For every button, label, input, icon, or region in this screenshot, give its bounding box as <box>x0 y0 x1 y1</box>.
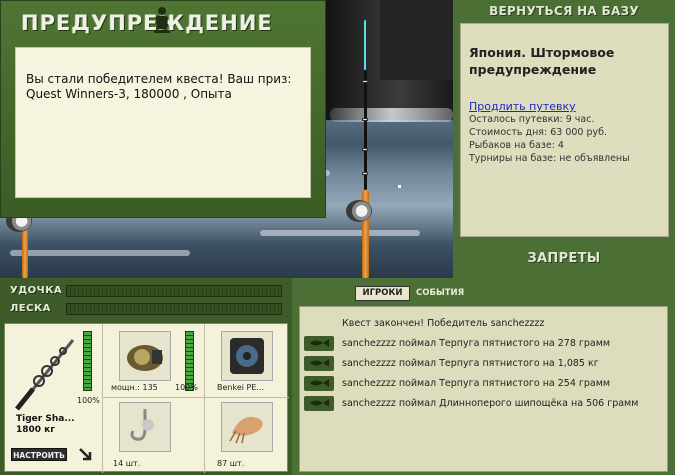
fishing-rod-tip <box>364 20 366 70</box>
rod-guide <box>362 80 368 83</box>
divider <box>204 324 205 473</box>
line-name: Benkei PE... <box>217 383 265 392</box>
bait-count: 87 шт. <box>217 459 245 468</box>
event-text: sanchezzzz поймал Терпуга пятнистого на … <box>342 357 599 369</box>
shrimp-bait-icon <box>229 416 263 444</box>
bobber <box>398 185 401 188</box>
hook-lure-icon <box>130 409 154 441</box>
tension-gauges: УДОЧКА ЛЕСКА <box>0 278 292 323</box>
fish-icon <box>304 375 334 391</box>
modal-message: Вы стали победителем квеста! Ваш приз: Q… <box>15 47 311 198</box>
list-item: sanchezzzz поймал Длинноперого шипощёка … <box>300 393 667 413</box>
tackle-inventory: 100% Tiger Sha... 1800 кг НАСТРОИТЬ мощн… <box>4 323 289 473</box>
event-text: sanchezzzz поймал Терпуга пятнистого на … <box>342 337 611 349</box>
line-gauge-label: ЛЕСКА <box>10 303 51 314</box>
list-item: sanchezzzz поймал Терпуга пятнистого на … <box>300 373 667 393</box>
fish-icon <box>304 395 334 411</box>
divider <box>102 324 103 473</box>
rod-icon[interactable] <box>13 334 83 414</box>
fish-icon <box>304 355 334 371</box>
list-item: sanchezzzz поймал Терпуга пятнистого на … <box>300 353 667 373</box>
sea-foam <box>330 108 453 122</box>
rod-guide <box>362 118 368 121</box>
wave <box>260 230 420 236</box>
setup-button[interactable]: НАСТРОИТЬ <box>11 448 67 461</box>
reel-durability-level <box>185 331 194 391</box>
fish-icon <box>304 335 334 351</box>
arrow-expand-icon[interactable] <box>77 446 93 462</box>
rod-capacity: 1800 кг <box>16 425 55 435</box>
rod-gauge-label: УДОЧКА <box>10 285 63 296</box>
rock-shadow <box>380 0 453 80</box>
return-to-base-button[interactable]: ВЕРНУТЬСЯ НА БАЗУ <box>461 1 667 21</box>
rod-guide <box>362 172 368 175</box>
events-list: Квест закончен! Победитель sanchezzzz sa… <box>299 306 668 472</box>
lure-slot[interactable] <box>119 402 171 452</box>
reel-icon <box>346 200 372 222</box>
list-item: sanchezzzz поймал Терпуга пятнистого на … <box>300 333 667 353</box>
lure-count: 14 шт. <box>113 459 141 468</box>
divider <box>102 397 289 398</box>
events-panel: ИГРОКИ СОБЫТИЯ Квест закончен! Победител… <box>292 278 675 475</box>
bans-button[interactable]: ЗАПРЕТЫ <box>461 248 667 270</box>
base-title: Япония. Штормовое предупреждение <box>469 45 615 77</box>
remaining-time: Осталось путевки: 9 час. <box>469 114 595 125</box>
rod-gauge-bar <box>66 285 282 297</box>
wave <box>10 250 190 256</box>
fisherman-icon <box>154 7 170 33</box>
reel-power: мощн.: 135 <box>111 383 158 392</box>
reel-durability-text: 100% <box>175 383 198 392</box>
fishers-count: Рыбаков на базе: 4 <box>469 140 564 151</box>
line-spool-icon <box>230 338 264 374</box>
rod-durability-level <box>83 331 92 391</box>
bait-slot[interactable] <box>221 402 273 452</box>
base-info: Япония. Штормовое предупреждение Продлит… <box>460 23 669 237</box>
tournaments-status: Турниры на базе: не объявлены <box>469 153 630 164</box>
tab-events[interactable]: СОБЫТИЯ <box>416 287 464 300</box>
rod-name: Tiger Sha... 1800 кг <box>16 414 75 436</box>
event-text: Квест закончен! Победитель sanchezzzz <box>342 317 545 329</box>
rod-guide <box>362 148 368 151</box>
day-cost: Стоимость дня: 63 000 руб. <box>469 127 608 138</box>
base-panel: ВЕРНУТЬСЯ НА БАЗУ Япония. Штормовое пред… <box>453 0 675 278</box>
reel-slot[interactable] <box>119 331 171 381</box>
modal-title: ПРЕДУПРЕЖДЕНИЕ <box>21 11 273 35</box>
event-text: sanchezzzz поймал Длинноперого шипощёка … <box>342 397 639 409</box>
reel-item-icon <box>127 345 163 371</box>
line-gauge-bar <box>66 303 282 315</box>
rod-durability-text: 100% <box>77 396 100 405</box>
tab-players[interactable]: ИГРОКИ <box>355 286 410 301</box>
list-item: Квест закончен! Победитель sanchezzzz <box>300 313 667 333</box>
event-text: sanchezzzz поймал Терпуга пятнистого на … <box>342 377 611 389</box>
rod-name-text: Tiger Sha... <box>16 414 75 424</box>
extend-voucher-link[interactable]: Продлить путевку <box>469 100 660 113</box>
line-slot[interactable] <box>221 331 273 381</box>
warning-modal: ПРЕДУПРЕЖДЕНИЕ Вы стали победителем квес… <box>0 0 326 218</box>
